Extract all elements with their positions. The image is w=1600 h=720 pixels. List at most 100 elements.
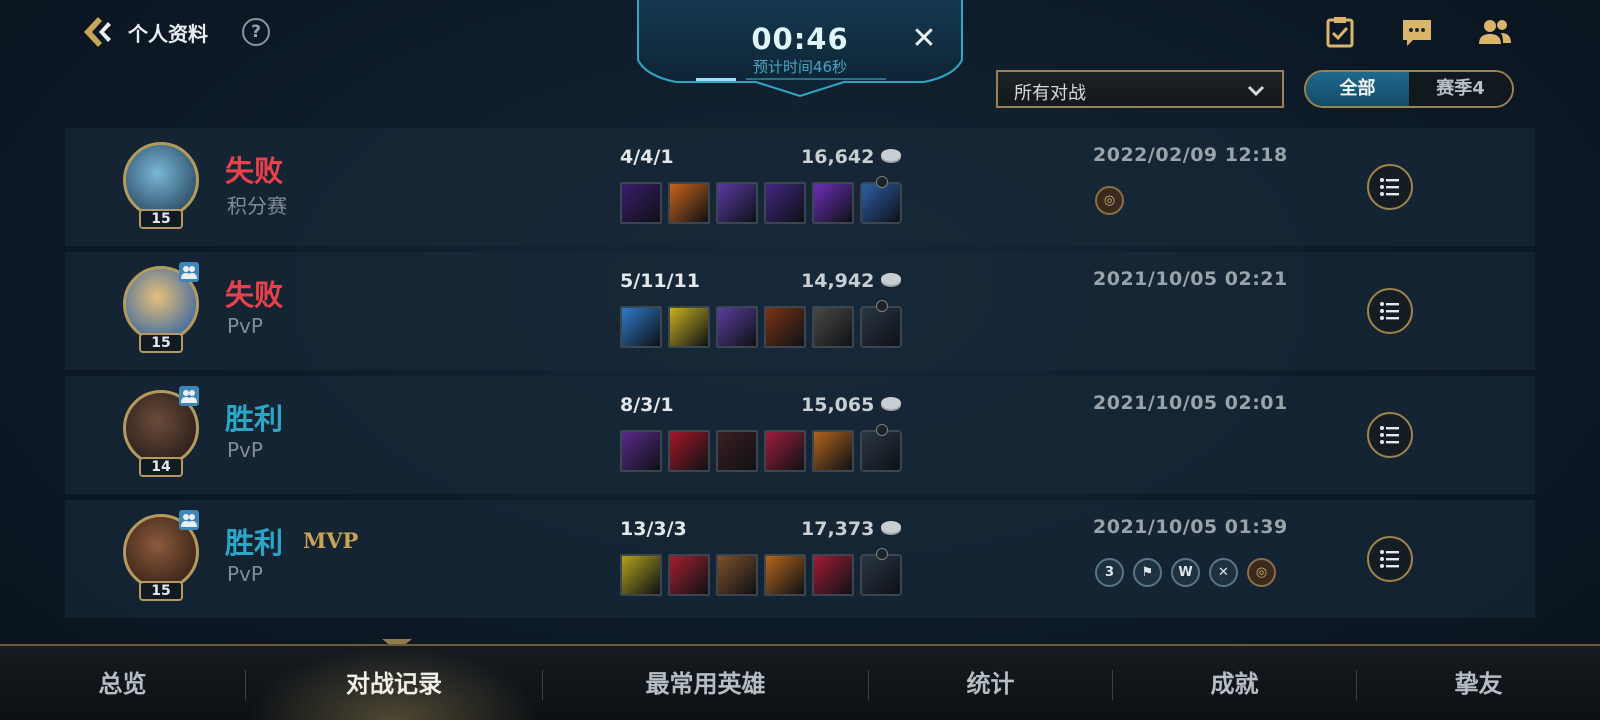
item-icon[interactable] [716,306,758,348]
list-icon[interactable] [1367,288,1413,334]
tab-stats[interactable]: 统计 [869,646,1112,720]
champion-level: 15 [139,581,183,601]
match-date: 2022/02/09 12:18 [1093,144,1288,166]
match-date: 2021/10/05 02:21 [1093,268,1288,290]
missions-clipboard-icon[interactable] [1322,14,1358,50]
list-icon[interactable] [1367,164,1413,210]
champion-avatar [123,142,199,218]
ward-item-icon[interactable] [860,176,902,224]
match-filter-value: 所有对战 [1014,83,1086,104]
gold-earned: 14,942 [801,270,875,292]
ward-gem-icon [876,176,888,188]
item-icon[interactable] [716,430,758,472]
match-row[interactable]: 15 失败 积分赛 4/4/1 16,642 2022/02/09 12:18 ◎ [65,128,1535,246]
item-icon[interactable] [764,182,806,224]
ward-gem-icon [876,548,888,560]
match-date: 2021/10/05 02:01 [1093,392,1288,414]
gold-earned: 15,065 [801,394,875,416]
gold-earned: 17,373 [801,518,875,540]
game-mode: PvP [227,438,263,462]
queue-timer-panel: 00:46 预计时间46秒 ✕ [636,0,964,98]
item-icon[interactable] [620,306,662,348]
item-icon[interactable] [764,554,806,596]
season-toggle: 全部 赛季4 [1304,70,1514,108]
match-row[interactable]: 14 胜利 PvP 8/3/1 15,065 2021/10/05 02:01 [65,376,1535,494]
tab-overview[interactable]: 总览 [0,646,245,720]
ward-item-icon[interactable] [860,424,902,472]
tab-season[interactable]: 赛季4 [1409,72,1512,106]
tab-achievements[interactable]: 成就 [1113,646,1356,720]
gold-coin-icon [880,148,902,168]
gold-earned: 16,642 [801,146,875,168]
match-result: 胜利 [225,402,284,436]
match-result: 失败 [225,278,284,312]
game-mode: PvP [227,314,263,338]
tab-all[interactable]: 全部 [1306,72,1409,106]
ward-gem-icon [876,300,888,312]
close-icon[interactable]: ✕ [908,24,940,56]
item-icon[interactable] [812,306,854,348]
kda: 5/11/11 [620,270,700,292]
item-icon[interactable] [812,554,854,596]
ward-item-icon[interactable] [860,548,902,596]
back-chevron-icon[interactable] [80,14,116,50]
friends-icon[interactable] [1477,14,1513,50]
item-icon[interactable] [620,430,662,472]
match-date: 2021/10/05 01:39 [1093,516,1288,538]
item-build [620,176,902,224]
match-filter-dropdown[interactable]: 所有对战 [996,70,1284,108]
list-icon[interactable] [1367,536,1413,582]
help-icon[interactable]: ? [242,18,270,46]
game-mode: PvP [227,562,263,586]
item-build [620,548,902,596]
item-icon[interactable] [764,306,806,348]
tab-top-champions[interactable]: 最常用英雄 [543,646,868,720]
kda: 8/3/1 [620,394,674,416]
page-title: 个人资料 [128,22,208,46]
ward-item-icon[interactable] [860,300,902,348]
party-icon [179,510,199,530]
achievement-badge-icon: 3 [1095,558,1124,587]
mvp-badge: MVP [303,528,359,553]
list-icon[interactable] [1367,412,1413,458]
match-badges: 3 ⚑ W ✕ ◎ [1095,558,1276,587]
kda: 13/3/3 [620,518,687,540]
tab-friends[interactable]: 挚友 [1357,646,1600,720]
item-icon[interactable] [668,306,710,348]
match-badges: ◎ [1095,186,1124,215]
tab-match-history[interactable]: 对战记录 [246,646,542,720]
champion-level: 15 [139,333,183,353]
champion-level: 15 [139,209,183,229]
item-icon[interactable] [764,430,806,472]
match-row[interactable]: 15 失败 PvP 5/11/11 14,942 2021/10/05 02:21 [65,252,1535,370]
item-icon[interactable] [668,554,710,596]
item-icon[interactable] [668,182,710,224]
item-icon[interactable] [668,430,710,472]
achievement-badge-icon: ◎ [1247,558,1276,587]
match-row[interactable]: 15 胜利 MVP PvP 13/3/3 17,373 2021/10/05 01:39 3 ⚑… [65,500,1535,618]
item-icon[interactable] [716,182,758,224]
ward-gem-icon [876,424,888,436]
achievement-badge-icon: W [1171,558,1200,587]
chat-icon[interactable] [1399,14,1435,50]
kda: 4/4/1 [620,146,674,168]
match-result: 胜利 [225,526,284,560]
item-icon[interactable] [812,430,854,472]
item-build [620,300,902,348]
chevron-down-icon [1246,80,1266,105]
queue-eta: 预计时间46秒 [752,58,848,76]
item-icon[interactable] [620,182,662,224]
bottom-nav: 总览 对战记录 最常用英雄 统计 成就 挚友 [0,644,1600,720]
champion-level: 14 [139,457,183,477]
achievement-badge-icon: ✕ [1209,558,1238,587]
party-icon [179,262,199,282]
gold-coin-icon [880,520,902,540]
item-icon[interactable] [716,554,758,596]
achievement-badge-icon: ⚑ [1133,558,1162,587]
item-icon[interactable] [620,554,662,596]
item-build [620,424,902,472]
item-icon[interactable] [812,182,854,224]
game-mode: 积分赛 [227,194,287,218]
gold-coin-icon [880,272,902,292]
achievement-badge-icon: ◎ [1095,186,1124,215]
